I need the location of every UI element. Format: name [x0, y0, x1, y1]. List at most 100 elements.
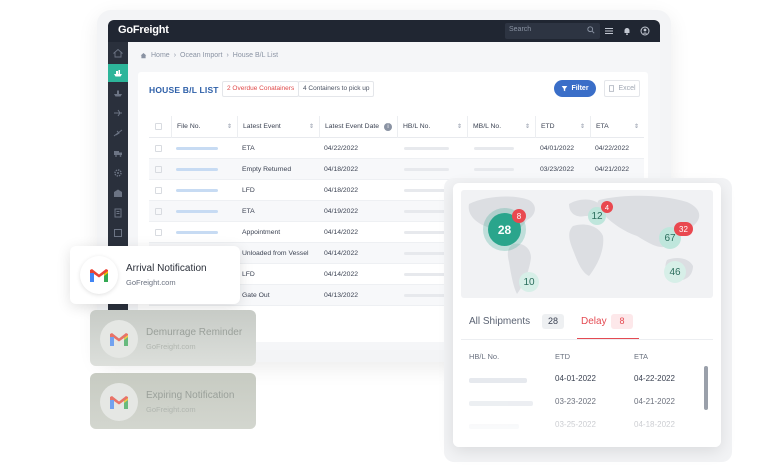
latest-event-date-cell: 04/18/2022: [324, 166, 359, 173]
file-no-placeholder[interactable]: [176, 147, 218, 150]
demurrage-reminder-card[interactable]: Demurrage Reminder GoFreight.com: [90, 310, 256, 366]
list-fade-overlay: [453, 408, 721, 447]
file-icon: [609, 85, 615, 92]
world-map: 28 8 12 4 67 32 10 46: [461, 190, 713, 298]
tabs-divider: [461, 339, 713, 340]
breadcrumb-current: House B/L List: [232, 52, 279, 59]
info-icon: i: [384, 123, 392, 131]
etd-cell: 03/23/2022: [540, 166, 575, 173]
eta-cell: 04/22/2022: [595, 145, 630, 152]
air-import-icon[interactable]: [108, 104, 128, 122]
row-checkbox[interactable]: [155, 166, 162, 173]
latest-event-cell: LFD: [242, 187, 255, 194]
sort-icon: ⇕: [456, 124, 462, 130]
sort-icon: ⇕: [524, 124, 530, 130]
arrival-notification-card[interactable]: Arrival Notification GoFreight.com: [70, 246, 240, 304]
col-mbl-no[interactable]: MB/L No. ⇕: [467, 116, 535, 138]
hbl-placeholder: [404, 252, 449, 255]
app-logo[interactable]: GoFreight: [118, 24, 169, 36]
hbl-placeholder: [404, 168, 449, 171]
latest-event-date-cell: 04/18/2022: [324, 187, 359, 194]
file-no-placeholder[interactable]: [176, 189, 218, 192]
col-hbl-no[interactable]: HB/L No. ⇕: [397, 116, 467, 138]
page-title: HOUSE B/L LIST: [149, 85, 219, 95]
excel-button[interactable]: Excel: [604, 80, 640, 97]
settings-icon[interactable]: [108, 164, 128, 182]
col-latest-event-date[interactable]: Latest Event Date i: [319, 116, 397, 138]
ocean-export-icon[interactable]: [108, 84, 128, 102]
map-delay-badge-north-america[interactable]: 8: [512, 209, 526, 223]
excel-label: Excel: [618, 85, 636, 92]
ocean-import-icon[interactable]: [108, 64, 128, 82]
eta-cell: 04-22-2022: [634, 374, 675, 383]
marketing-screenshot: GoFreight Search Home › Ocean Import › H…: [0, 0, 768, 475]
mbl-placeholder: [474, 147, 514, 150]
col-etd[interactable]: ETD ⇕: [535, 116, 590, 138]
hbl-placeholder: [404, 147, 449, 150]
table-row[interactable]: ETA 04/22/2022 04/01/2022 04/22/2022: [149, 138, 644, 159]
hbl-placeholder: [404, 231, 449, 234]
sort-icon: ⇕: [226, 124, 232, 130]
latest-event-cell: ETA: [242, 145, 255, 152]
user-icon[interactable]: [640, 26, 650, 36]
table-row[interactable]: Empty Returned 04/18/2022 03/23/2022 04/…: [149, 159, 644, 180]
col-eta[interactable]: ETA ⇕: [590, 116, 644, 138]
notification-title: Arrival Notification: [126, 263, 207, 274]
bell-icon[interactable]: [622, 26, 632, 36]
row-checkbox[interactable]: [155, 229, 162, 236]
containers-pickup-badge[interactable]: 4 Containers to pick up: [298, 81, 375, 97]
scrollbar[interactable]: [704, 366, 708, 410]
col-etd: ETD: [555, 352, 570, 361]
hbl-placeholder: [404, 273, 449, 276]
row-checkbox[interactable]: [155, 145, 162, 152]
expiring-notification-card[interactable]: Expiring Notification GoFreight.com: [90, 373, 256, 429]
home-icon[interactable]: [108, 44, 128, 62]
hbl-placeholder: [469, 378, 527, 383]
gmail-icon: [100, 383, 138, 421]
latest-event-cell: ETA: [242, 208, 255, 215]
warehouse-icon[interactable]: [108, 184, 128, 202]
map-delay-badge-europe[interactable]: 4: [601, 201, 613, 213]
search-input[interactable]: Search: [505, 23, 600, 39]
select-all-checkbox[interactable]: [155, 123, 162, 130]
map-bubble-australia[interactable]: 46: [664, 261, 686, 283]
reports-icon[interactable]: [108, 224, 128, 242]
file-no-placeholder[interactable]: [176, 231, 218, 234]
col-file-no[interactable]: File No. ⇕: [171, 116, 237, 138]
tab-delay[interactable]: Delay: [581, 316, 607, 327]
filter-button[interactable]: Filter: [554, 80, 596, 97]
map-delay-badge-asia[interactable]: 32: [674, 222, 693, 236]
row-checkbox[interactable]: [155, 208, 162, 215]
hbl-placeholder: [469, 401, 533, 406]
sort-icon: ⇕: [308, 124, 314, 130]
col-latest-event[interactable]: Latest Event ⇕: [237, 116, 319, 138]
map-bubble-south-america[interactable]: 10: [519, 272, 539, 292]
filter-label: Filter: [571, 85, 589, 92]
latest-event-date-cell: 04/14/2022: [324, 250, 359, 257]
file-no-placeholder[interactable]: [176, 210, 218, 213]
truck-icon[interactable]: [108, 144, 128, 162]
notification-sender: GoFreight.com: [126, 278, 176, 287]
breadcrumb-ocean-import[interactable]: Ocean Import: [180, 52, 222, 59]
etd-cell: 04-01-2022: [555, 374, 596, 383]
accounting-icon[interactable]: [108, 204, 128, 222]
file-no-placeholder[interactable]: [176, 168, 218, 171]
latest-event-cell: Gate Out: [242, 292, 270, 299]
latest-event-date-cell: 04/22/2022: [324, 145, 359, 152]
overdue-containers-badge[interactable]: 2 Overdue Conatainers: [222, 81, 300, 97]
search-icon: [587, 26, 595, 34]
col-eta: ETA: [634, 352, 649, 361]
tab-all-shipments[interactable]: All Shipments: [469, 316, 530, 327]
list-icon[interactable]: [604, 26, 614, 36]
mbl-placeholder: [474, 168, 514, 171]
air-export-icon[interactable]: [108, 124, 128, 142]
shipment-row[interactable]: 04-01-2022 04-22-2022: [469, 370, 699, 392]
breadcrumb-home[interactable]: Home: [151, 52, 170, 59]
sort-icon: ⇕: [579, 124, 585, 130]
eta-cell: 04-21-2022: [634, 397, 675, 406]
latest-event-cell: Appointment: [242, 229, 281, 236]
notification-sender: GoFreight.com: [146, 342, 196, 351]
latest-event-date-cell: 04/14/2022: [324, 229, 359, 236]
gmail-icon: [100, 320, 138, 358]
row-checkbox[interactable]: [155, 187, 162, 194]
